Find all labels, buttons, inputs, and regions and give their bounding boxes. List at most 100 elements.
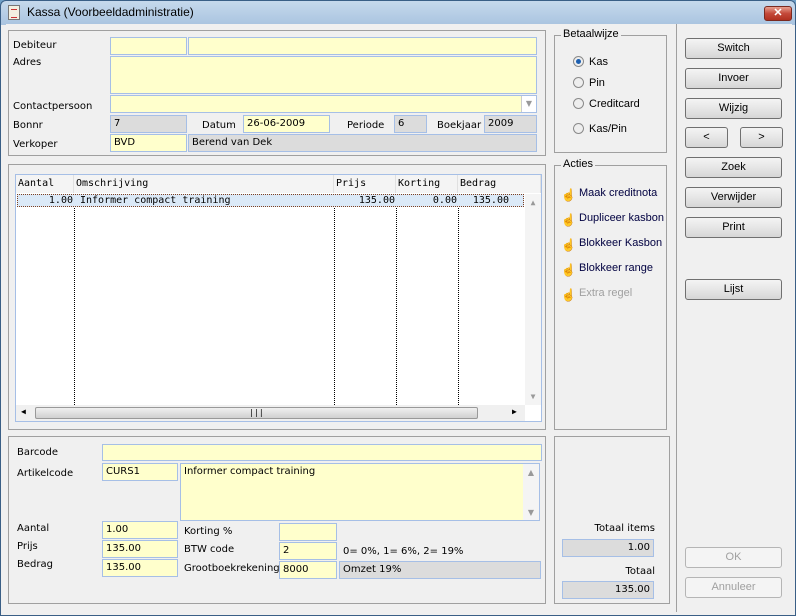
radio-kas-pin[interactable]: Kas/Pin [573, 123, 627, 135]
totaal-items-field: 1.00 [562, 539, 654, 557]
col-prijs[interactable]: Prijs [334, 175, 396, 193]
verkoper-name-field: Berend van Dek [188, 134, 537, 152]
switch-button[interactable]: Switch [685, 38, 782, 59]
invoer-button[interactable]: Invoer [685, 68, 782, 89]
totals-group: Totaal items 1.00 Totaal 135.00 [554, 436, 670, 604]
table-row[interactable]: 1.00 Informer compact training 135.00 0.… [17, 194, 524, 207]
chevron-down-icon[interactable]: ▼ [521, 96, 536, 112]
debiteur-name-field[interactable] [188, 37, 537, 55]
window: Kassa (Voorbeeldadministratie) ✕ Debiteu… [0, 0, 796, 616]
barcode-label: Barcode [17, 447, 58, 458]
totaal-field: 135.00 [562, 581, 654, 599]
bonnr-field: 7 [110, 115, 187, 133]
hand-pointer-icon: ☝ [561, 263, 576, 277]
col-aantal[interactable]: Aantal [16, 175, 74, 193]
action-blokkeer-kasbon[interactable]: ☝ Blokkeer Kasbon [561, 237, 662, 252]
adres-field[interactable] [110, 56, 537, 94]
verkoper-label: Verkoper [13, 139, 58, 150]
lijst-button[interactable]: Lijst [685, 279, 782, 300]
barcode-field[interactable] [102, 444, 542, 461]
cell-omschrijving: Informer compact training [80, 195, 231, 206]
bonnr-label: Bonnr [13, 120, 43, 131]
totaal-items-label: Totaal items [594, 523, 655, 534]
col-omschrijving[interactable]: Omschrijving [74, 175, 334, 193]
korting-field[interactable] [279, 523, 337, 541]
hand-pointer-icon: ☝ [561, 188, 576, 202]
app-icon [8, 5, 20, 20]
aantal-label: Aantal [17, 523, 50, 534]
zoek-button[interactable]: Zoek [685, 157, 782, 178]
hand-pointer-icon: ☝ [561, 238, 576, 252]
action-dupliceer-kasbon[interactable]: ☝ Dupliceer kasbon [561, 212, 664, 227]
wijzig-button[interactable]: Wijzig [685, 98, 782, 119]
debiteur-label: Debiteur [13, 40, 57, 51]
action-maak-creditnota[interactable]: ☝ Maak creditnota [561, 187, 657, 202]
desc-scrollbar[interactable]: ▲ ▼ [523, 464, 539, 520]
verwijder-button[interactable]: Verwijder [685, 187, 782, 208]
action-label: Maak creditnota [579, 187, 658, 199]
prijs-field[interactable]: 135.00 [102, 540, 178, 558]
radio-label: Kas/Pin [589, 123, 627, 135]
grootboek-field[interactable]: 8000 [279, 561, 337, 579]
next-button[interactable]: > [740, 127, 783, 148]
annuleer-button[interactable]: Annuleer [685, 577, 782, 598]
radio-selected-icon [573, 56, 584, 67]
radio-kas[interactable]: Kas [573, 56, 608, 68]
ok-button[interactable]: OK [685, 547, 782, 568]
debiteur-code-field[interactable] [110, 37, 187, 55]
previous-button[interactable]: < [685, 127, 728, 148]
totaal-label: Totaal [625, 566, 655, 577]
betaalwijze-title: Betaalwijze [561, 28, 621, 40]
aantal-field[interactable]: 1.00 [102, 521, 178, 539]
contact-label: Contactpersoon [13, 101, 93, 112]
artikelcode-field[interactable]: CURS1 [102, 463, 178, 481]
close-button[interactable]: ✕ [764, 6, 792, 21]
btw-field[interactable]: 2 [279, 542, 337, 560]
artikelcode-label: Artikelcode [17, 468, 74, 479]
lines-group: Aantal Omschrijving Prijs Korting Bedrag… [8, 164, 546, 430]
verkoper-code-field[interactable]: BVD [110, 134, 187, 152]
lines-table[interactable]: Aantal Omschrijving Prijs Korting Bedrag… [15, 174, 542, 422]
print-button[interactable]: Print [685, 217, 782, 238]
boekjaar-label: Boekjaar [437, 120, 482, 131]
betaalwijze-group: Betaalwijze Kas Pin Creditcard Kas/Pin [554, 28, 667, 153]
detail-group: Barcode Artikelcode CURS1 Informer compa… [8, 436, 546, 604]
artikel-desc-field[interactable]: Informer compact training ▲ ▼ [180, 463, 540, 521]
acties-title: Acties [561, 158, 595, 170]
col-bedrag[interactable]: Bedrag [458, 175, 541, 193]
bedrag-label: Bedrag [17, 559, 53, 570]
action-extra-regel: ☝ Extra regel [561, 287, 632, 302]
scroll-left-icon[interactable]: ◀ [21, 407, 26, 416]
btw-label: BTW code [184, 544, 235, 555]
radio-creditcard[interactable]: Creditcard [573, 98, 640, 110]
cell-prijs: 135.00 [358, 195, 395, 206]
contact-combo[interactable]: ▼ [110, 95, 537, 113]
action-label: Blokkeer range [579, 262, 653, 274]
acties-group: Acties ☝ Maak creditnota ☝ Dupliceer kasbo… [554, 158, 667, 430]
action-label: Dupliceer kasbon [579, 212, 664, 224]
action-label: Extra regel [579, 287, 633, 299]
horizontal-scrollbar[interactable]: ◀ ||| ▶ [16, 405, 525, 421]
action-blokkeer-range[interactable]: ☝ Blokkeer range [561, 262, 653, 277]
datum-field[interactable]: 26-06-2009 [243, 115, 330, 133]
col-korting[interactable]: Korting [396, 175, 458, 193]
grootboek-label: Grootboekrekening [184, 563, 280, 574]
korting-label: Korting % [184, 526, 233, 537]
scroll-right-icon[interactable]: ▶ [512, 407, 517, 416]
cell-aantal: 1.00 [48, 195, 73, 206]
artikel-desc: Informer compact training [184, 466, 316, 477]
periode-label: Periode [347, 120, 385, 131]
action-label: Blokkeer Kasbon [579, 237, 663, 249]
bedrag-field[interactable]: 135.00 [102, 559, 178, 577]
header-group: Debiteur Adres Contactpersoon ▼ Bonnr 7 … [8, 30, 546, 156]
radio-label: Creditcard [589, 98, 640, 110]
window-title: Kassa (Voorbeeldadministratie) [27, 5, 194, 19]
vertical-scrollbar[interactable]: ▲ ▼ [525, 194, 541, 405]
client-area: Debiteur Adres Contactpersoon ▼ Bonnr 7 … [6, 24, 792, 612]
adres-label: Adres [13, 57, 42, 68]
hand-pointer-icon: ☝ [561, 288, 576, 302]
radio-pin[interactable]: Pin [573, 77, 605, 89]
radio-icon [573, 98, 584, 109]
scroll-thumb[interactable]: ||| [35, 407, 478, 419]
hand-pointer-icon: ☝ [561, 213, 576, 227]
